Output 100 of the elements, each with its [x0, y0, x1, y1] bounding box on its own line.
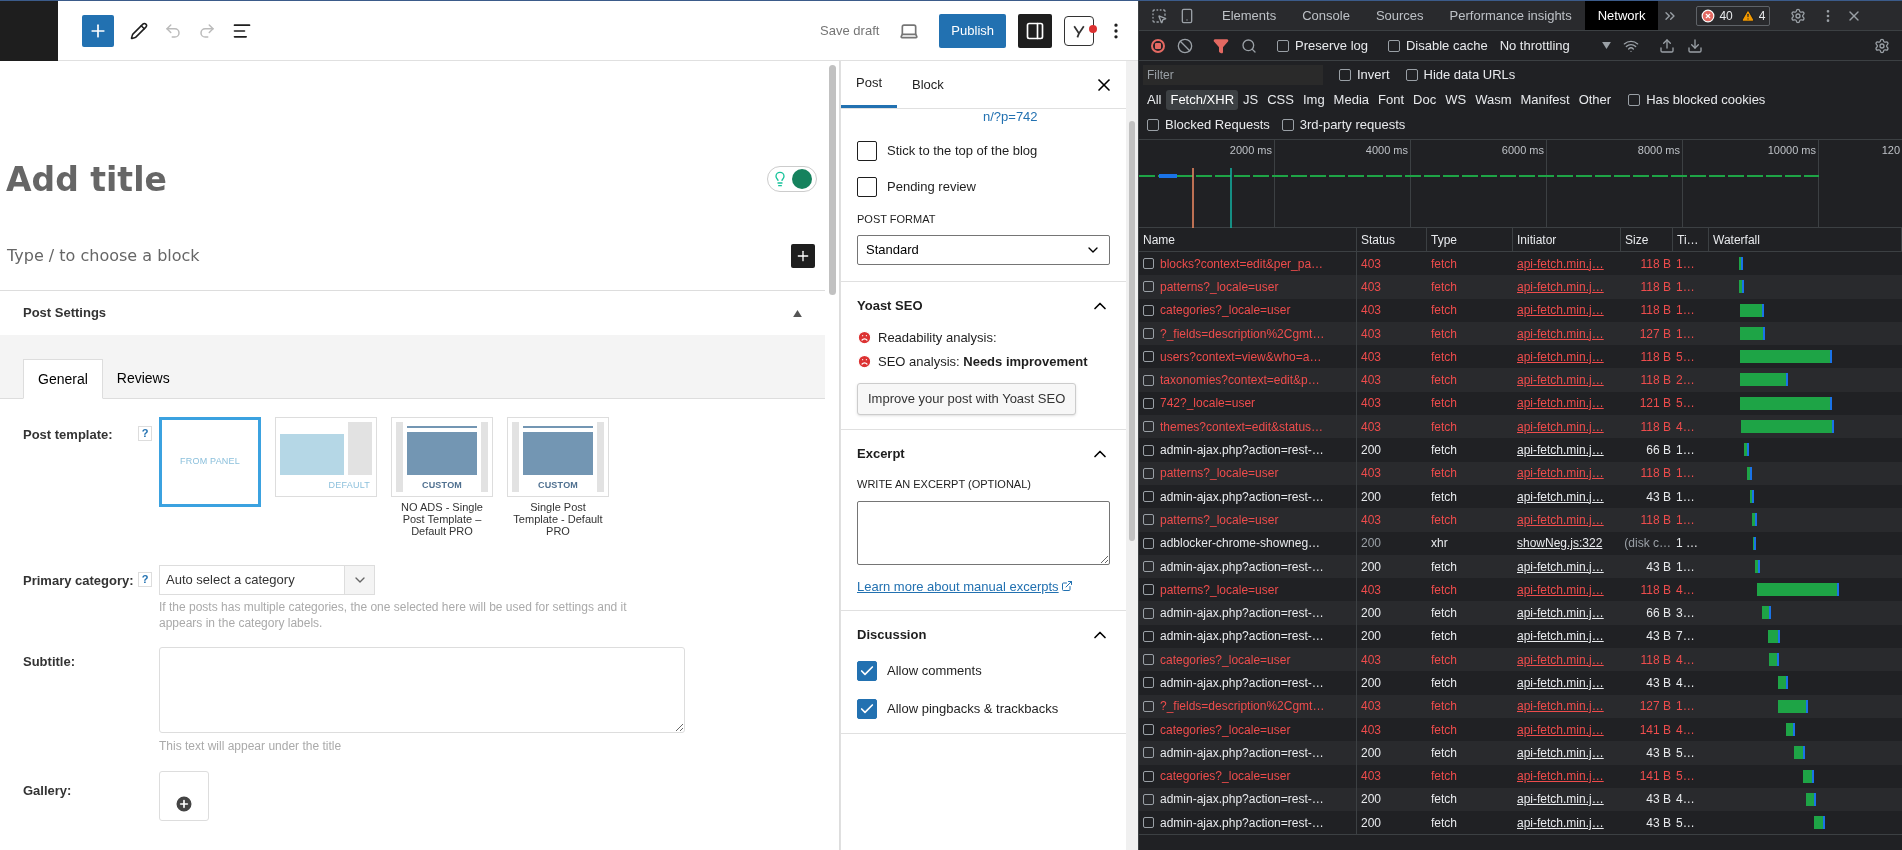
upload-icon[interactable]	[1658, 37, 1675, 54]
initiator-link[interactable]: api-fetch.min.j…	[1513, 254, 1621, 273]
panel-title[interactable]: Post Settings	[23, 303, 107, 323]
request-name[interactable]: blocks?context=edit&per_pa…	[1160, 254, 1324, 273]
publish-button[interactable]: Publish	[939, 13, 1006, 48]
checkbox[interactable]	[857, 176, 877, 197]
initiator-link[interactable]: api-fetch.min.j…	[1513, 743, 1621, 762]
type-filter-button[interactable]: Media	[1329, 90, 1374, 110]
initiator-link[interactable]: api-fetch.min.j…	[1513, 371, 1621, 390]
subtitle-field[interactable]	[159, 647, 685, 733]
checkbox[interactable]	[1277, 39, 1289, 52]
initiator-link[interactable]: api-fetch.min.j…	[1513, 697, 1621, 716]
row-checkbox[interactable]	[1143, 770, 1154, 782]
type-filter-button[interactable]: Other	[1574, 90, 1616, 110]
filter-icon[interactable]	[1213, 37, 1229, 54]
type-filter-button[interactable]: Img	[1298, 90, 1329, 110]
type-filter-button[interactable]: Doc	[1409, 90, 1441, 110]
checkbox[interactable]	[857, 140, 877, 161]
initiator-link[interactable]: api-fetch.min.j…	[1513, 650, 1621, 669]
column-header[interactable]: Size	[1621, 228, 1673, 251]
settings-icon[interactable]	[1874, 37, 1890, 54]
type-filter-button[interactable]: All	[1143, 90, 1166, 110]
request-name[interactable]: admin-ajax.php?action=rest-…	[1160, 441, 1324, 459]
sidebar-tab[interactable]: Post	[841, 61, 897, 108]
initiator-link[interactable]: api-fetch.min.j…	[1513, 674, 1621, 692]
request-name[interactable]: admin-ajax.php?action=rest-…	[1160, 557, 1324, 576]
initiator-link[interactable]: api-fetch.min.j…	[1513, 301, 1621, 320]
request-name[interactable]: admin-ajax.php?action=rest-…	[1160, 743, 1324, 762]
add-block-button[interactable]	[82, 14, 114, 47]
initiator-link[interactable]: api-fetch.min.j…	[1513, 394, 1621, 413]
column-header[interactable]: Initiator	[1513, 228, 1621, 251]
initiator-link[interactable]: api-fetch.min.j…	[1513, 417, 1621, 436]
request-name[interactable]: admin-ajax.php?action=rest-…	[1160, 790, 1324, 809]
request-name[interactable]: categories?_locale=user	[1160, 720, 1291, 739]
request-name[interactable]: categories?_locale=user	[1160, 301, 1291, 320]
row-checkbox[interactable]	[1143, 700, 1154, 712]
request-name[interactable]: admin-ajax.php?action=rest-…	[1160, 813, 1324, 832]
column-header[interactable]: Type	[1427, 228, 1513, 251]
checkbox[interactable]	[1628, 94, 1641, 106]
section-title[interactable]: Discussion	[857, 625, 927, 645]
section-title[interactable]: Yoast SEO	[857, 296, 923, 316]
request-name[interactable]: categories?_locale=user	[1160, 650, 1291, 669]
initiator-link[interactable]: api-fetch.min.j…	[1513, 441, 1621, 459]
triangle-up-icon[interactable]	[793, 309, 802, 317]
help-icon[interactable]: ?	[138, 572, 152, 587]
request-name[interactable]: patterns?_locale=user	[1160, 277, 1279, 296]
initiator-link[interactable]: api-fetch.min.j…	[1513, 767, 1621, 786]
template-thumbnail[interactable]: CUSTOM	[507, 417, 609, 497]
checkbox[interactable]	[1281, 119, 1294, 131]
type-filter-button[interactable]: Fetch/XHR	[1166, 90, 1239, 110]
initiator-link[interactable]: api-fetch.min.j…	[1513, 487, 1621, 506]
initiator-link[interactable]: api-fetch.min.j…	[1513, 557, 1621, 576]
request-name[interactable]: admin-ajax.php?action=rest-…	[1160, 627, 1324, 646]
row-checkbox[interactable]	[1143, 397, 1154, 409]
row-checkbox[interactable]	[1143, 747, 1154, 759]
device-toolbar-icon[interactable]	[1179, 7, 1195, 24]
row-checkbox[interactable]	[1143, 328, 1154, 340]
post-format-select[interactable]: Standard	[857, 235, 1110, 265]
devtools-tab[interactable]: Network	[1584, 1, 1659, 30]
settings-icon[interactable]	[1790, 7, 1807, 24]
edit-icon[interactable]	[130, 21, 148, 40]
checkbox[interactable]	[1388, 39, 1400, 52]
request-name[interactable]: 742?_locale=user	[1160, 394, 1256, 413]
add-gallery-button[interactable]	[159, 771, 209, 821]
initiator-link[interactable]: api-fetch.min.j…	[1513, 347, 1621, 366]
row-checkbox[interactable]	[1143, 630, 1154, 642]
category-select[interactable]: Auto select a category	[159, 565, 375, 595]
row-checkbox[interactable]	[1143, 584, 1154, 596]
row-checkbox[interactable]	[1143, 724, 1154, 736]
issues-counter[interactable]: 40 4	[1696, 5, 1771, 26]
permalink-link[interactable]: n/?p=742	[857, 107, 1110, 127]
excerpt-field[interactable]	[857, 500, 1110, 565]
row-checkbox[interactable]	[1143, 444, 1154, 456]
save-draft-link[interactable]: Save draft	[820, 20, 880, 41]
row-checkbox[interactable]	[1143, 258, 1154, 270]
request-name[interactable]: admin-ajax.php?action=rest-…	[1160, 674, 1324, 692]
row-checkbox[interactable]	[1143, 654, 1154, 666]
scrollbar[interactable]	[828, 65, 836, 295]
throttling-select[interactable]: No throttling	[1499, 35, 1611, 56]
checkbox[interactable]	[1147, 119, 1159, 131]
initiator-link[interactable]: api-fetch.min.j…	[1513, 813, 1621, 832]
row-checkbox[interactable]	[1143, 514, 1154, 526]
column-header[interactable]: Ti…	[1673, 228, 1709, 251]
column-header[interactable]: Waterfall	[1709, 228, 1902, 251]
initiator-link[interactable]: api-fetch.min.j…	[1513, 464, 1621, 483]
help-icon[interactable]: ?	[138, 426, 152, 441]
sidebar-tab[interactable]: Block	[897, 61, 959, 108]
row-checkbox[interactable]	[1143, 561, 1154, 572]
request-name[interactable]: patterns?_locale=user	[1160, 580, 1279, 599]
request-name[interactable]: taxonomies?context=edit&p…	[1160, 371, 1320, 390]
checkbox[interactable]	[857, 699, 877, 719]
row-checkbox[interactable]	[1143, 677, 1154, 689]
row-checkbox[interactable]	[1143, 537, 1154, 549]
yoast-improve-button[interactable]: Improve your post with Yoast SEO	[857, 383, 1077, 415]
row-checkbox[interactable]	[1143, 351, 1154, 363]
inspect-icon[interactable]	[1151, 7, 1167, 24]
request-name[interactable]: admin-ajax.php?action=rest-…	[1160, 604, 1324, 623]
initiator-link[interactable]: api-fetch.min.j…	[1513, 604, 1621, 623]
type-filter-button[interactable]: WS	[1441, 90, 1471, 110]
initiator-link[interactable]: api-fetch.min.j…	[1513, 790, 1621, 809]
